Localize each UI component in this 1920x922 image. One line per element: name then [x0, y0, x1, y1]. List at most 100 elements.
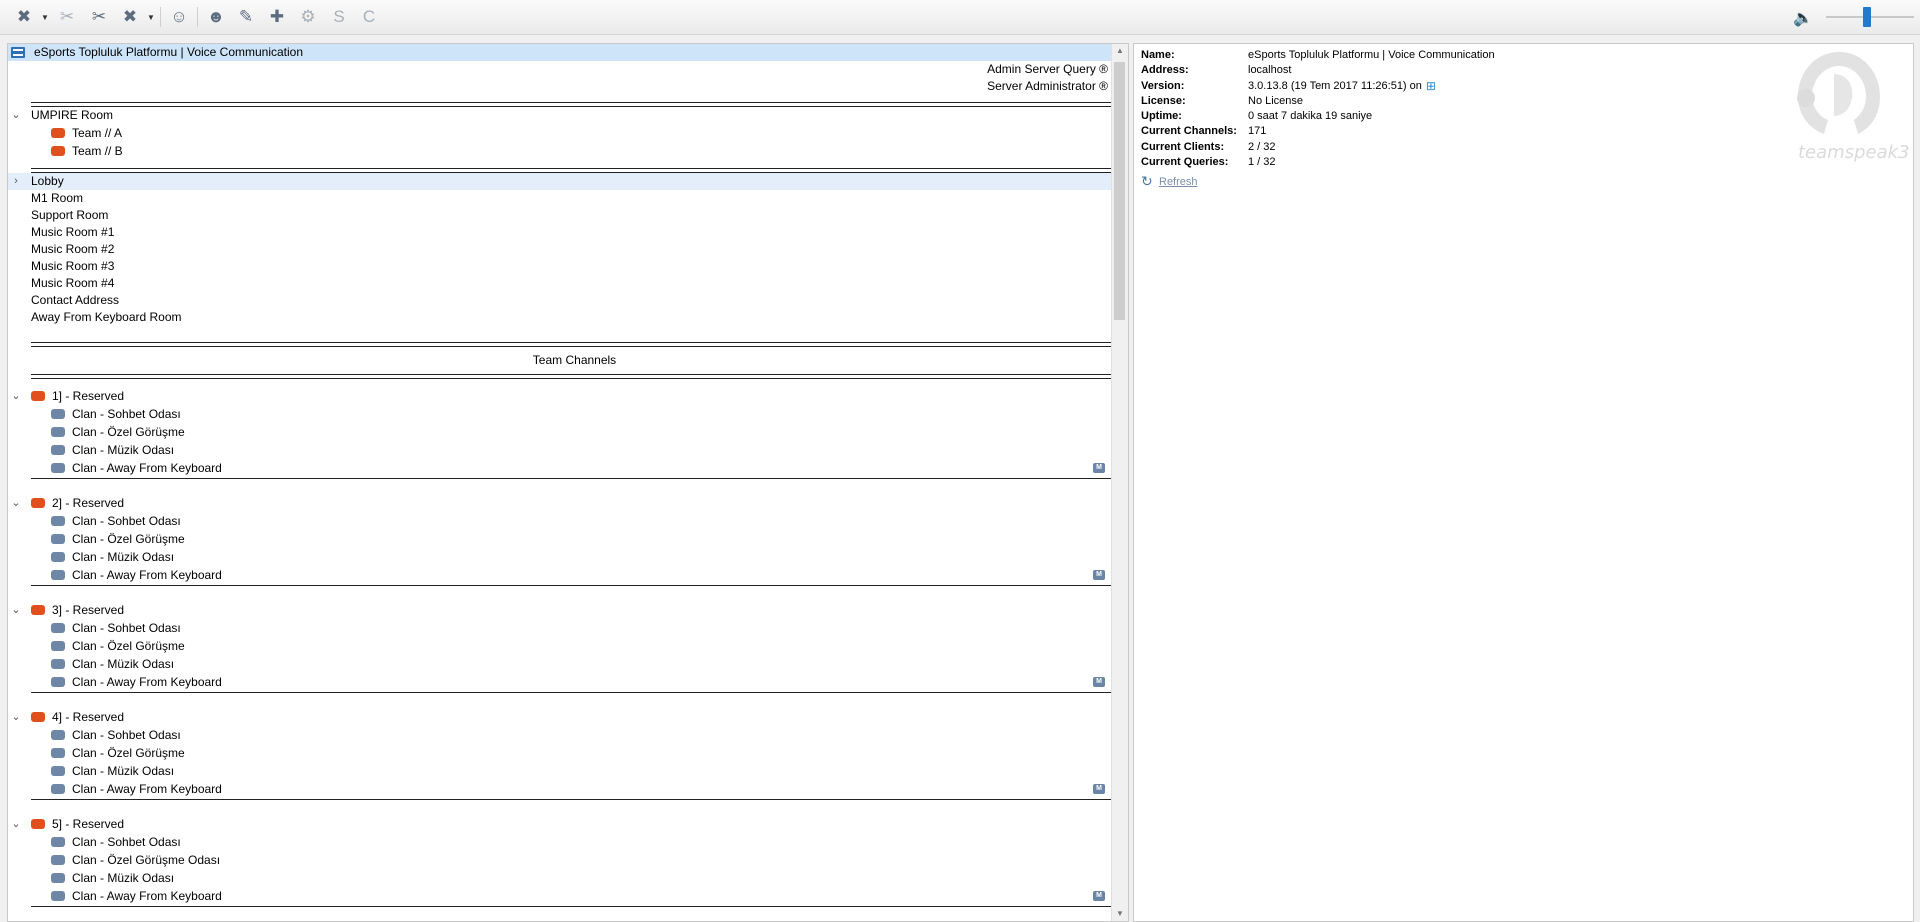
channel-label: 1] - Reserved	[52, 389, 125, 403]
channel-red-icon	[51, 146, 65, 156]
channel-room[interactable]: Contact Address	[8, 292, 1111, 309]
channel-subchannel[interactable]: Clan - Sohbet Odası	[8, 620, 1111, 637]
channel-subchannel[interactable]: Clan - Away From Keyboard M	[8, 567, 1111, 584]
channel-label: Clan - Sohbet Odası	[72, 835, 181, 849]
channel-blue-icon	[51, 659, 65, 669]
channel-blue-icon	[51, 730, 65, 740]
server-group-icon[interactable]: S	[326, 5, 352, 29]
scrollbar-thumb[interactable]	[1114, 62, 1125, 320]
info-key: License:	[1141, 94, 1186, 107]
channel-clan-group[interactable]: ⌄ 3] - Reserved	[8, 602, 1111, 619]
admin-server-query-label: Admin Server Query	[987, 62, 1096, 76]
toolbar-separator	[197, 7, 198, 27]
channel-room[interactable]: Music Room #2	[8, 241, 1111, 258]
refresh-link[interactable]: Refresh	[1159, 176, 1198, 188]
scroll-up-icon[interactable]: ▲	[1112, 44, 1128, 58]
vertical-scrollbar[interactable]: ▲ ▼	[1111, 44, 1128, 921]
channel-subchannel[interactable]: Clan - Sohbet Odası	[8, 727, 1111, 744]
channel-clan-group[interactable]: ⌄ 1] - Reserved	[8, 388, 1111, 405]
channel-subchannel[interactable]: Clan - Müzik Odası	[8, 549, 1111, 566]
teamspeak-logo: teamspeak3	[1784, 44, 1909, 164]
channel-subchannel[interactable]: Clan - Özel Görüşme	[8, 424, 1111, 441]
scroll-down-icon[interactable]: ▼	[1112, 907, 1128, 921]
teamspeak-logo-icon	[1797, 52, 1880, 134]
info-value: localhost	[1248, 64, 1292, 77]
server-info-table: Name: eSports Topluluk Platformu | Voice …	[1141, 48, 1495, 170]
chevron-down-icon[interactable]: ⌄	[9, 107, 23, 124]
channel-blue-icon	[51, 748, 65, 758]
server-name: eSports Topluluk Platformu | Voice Commu…	[34, 45, 304, 59]
channel-subchannel[interactable]: Clan - Sohbet Odası	[8, 834, 1111, 851]
connect-icon[interactable]: ✖	[11, 5, 37, 29]
chevron-down-icon[interactable]: ⌄	[9, 709, 23, 726]
channel-room[interactable]: M1 Room	[8, 190, 1111, 207]
channel-label: UMPIRE Room	[31, 108, 114, 122]
separator-double	[31, 374, 1118, 379]
channel-subchannel[interactable]: Clan - Sohbet Odası	[8, 513, 1111, 530]
channel-room[interactable]: Music Room #4	[8, 275, 1111, 292]
whisper-icon[interactable]: ✎	[233, 5, 259, 29]
channel-label: Clan - Away From Keyboard	[72, 461, 222, 475]
add-bookmark-icon[interactable]: ✚	[264, 5, 290, 29]
channel-team-b[interactable]: Team // B	[8, 143, 1111, 160]
channel-subchannel[interactable]: Clan - Özel Görüşme	[8, 745, 1111, 762]
channel-team-a[interactable]: Team // A	[8, 125, 1111, 142]
server-row[interactable]: eSports Topluluk Platformu | Voice Commu…	[8, 44, 1111, 61]
channel-label: Away From Keyboard Room	[31, 310, 182, 324]
channel-blue-icon	[51, 766, 65, 776]
channel-label: Clan - Sohbet Odası	[72, 407, 181, 421]
settings-gear-icon[interactable]: ⚙	[295, 5, 321, 29]
channel-subchannel[interactable]: Clan - Özel Görüşme	[8, 531, 1111, 548]
disconnect-all-icon[interactable]: ✂	[86, 5, 112, 29]
channel-room[interactable]: Music Room #3	[8, 258, 1111, 275]
registered-icon: ®	[1099, 79, 1108, 93]
volume-slider-handle[interactable]	[1863, 7, 1871, 27]
channel-room[interactable]: › Lobby	[8, 173, 1111, 190]
info-row-queries: Current Queries: 1 / 32	[1141, 155, 1495, 170]
channel-subchannel[interactable]: Clan - Müzik Odası	[8, 656, 1111, 673]
channel-subchannel[interactable]: Clan - Away From Keyboard M	[8, 460, 1111, 477]
channel-subchannel[interactable]: Clan - Away From Keyboard M	[8, 888, 1111, 905]
channel-label: Team // A	[72, 126, 123, 140]
chevron-down-icon[interactable]: ⌄	[9, 816, 23, 833]
away-icon[interactable]: ☺	[166, 5, 192, 29]
channel-subchannel[interactable]: Clan - Sohbet Odası	[8, 406, 1111, 423]
chevron-down-icon[interactable]: ▼	[41, 13, 49, 22]
info-row-license: License: No License	[1141, 94, 1495, 109]
channel-subchannel[interactable]: Clan - Müzik Odası	[8, 763, 1111, 780]
channel-subchannel[interactable]: Clan - Müzik Odası	[8, 442, 1111, 459]
channel-label: Clan - Müzik Odası	[72, 550, 175, 564]
channel-umpire-room[interactable]: ⌄ UMPIRE Room	[8, 107, 1111, 124]
channel-subchannel[interactable]: Clan - Özel Görüşme Odası	[8, 852, 1111, 869]
channel-clan-group[interactable]: ⌄ 4] - Reserved	[8, 709, 1111, 726]
channel-room[interactable]: Support Room	[8, 207, 1111, 224]
disconnect-icon[interactable]: ✂	[54, 5, 80, 29]
channel-clan-group[interactable]: ⌄ 2] - Reserved	[8, 495, 1111, 512]
channel-label: Music Room #4	[31, 276, 115, 290]
info-row-name: Name: eSports Topluluk Platformu | Voice …	[1141, 48, 1495, 63]
channel-blue-icon	[51, 784, 65, 794]
refresh-icon[interactable]: ↻	[1141, 173, 1153, 190]
chevron-down-icon[interactable]: ⌄	[9, 602, 23, 619]
chevron-down-icon[interactable]: ⌄	[9, 495, 23, 512]
channel-group-icon[interactable]: C	[356, 5, 382, 29]
channel-label: Clan - Away From Keyboard	[72, 568, 222, 582]
mute-microphone-icon[interactable]: ✖	[117, 5, 143, 29]
channel-room[interactable]: Away From Keyboard Room	[8, 309, 1111, 326]
channel-subchannel[interactable]: Clan - Özel Görüşme	[8, 638, 1111, 655]
channel-subchannel[interactable]: Clan - Away From Keyboard M	[8, 674, 1111, 691]
info-value: No License	[1248, 94, 1304, 107]
channel-label: M1 Room	[31, 191, 84, 205]
chevron-down-icon[interactable]: ▼	[147, 13, 155, 22]
channel-red-icon	[31, 498, 45, 508]
contacts-icon[interactable]: ☻	[203, 5, 229, 29]
chevron-down-icon[interactable]: ⌄	[9, 388, 23, 405]
channel-subchannel[interactable]: Clan - Müzik Odası	[8, 870, 1111, 887]
channel-clan-group[interactable]: ⌄ 5] - Reserved	[8, 816, 1111, 833]
channel-room[interactable]: Music Room #1	[8, 224, 1111, 241]
channel-subchannel[interactable]: Clan - Away From Keyboard M	[8, 781, 1111, 798]
volume-icon[interactable]: 🔈	[1793, 8, 1813, 28]
server-icon	[11, 47, 25, 58]
chevron-right-icon[interactable]: ›	[9, 173, 23, 190]
channel-label: Lobby	[31, 174, 64, 188]
